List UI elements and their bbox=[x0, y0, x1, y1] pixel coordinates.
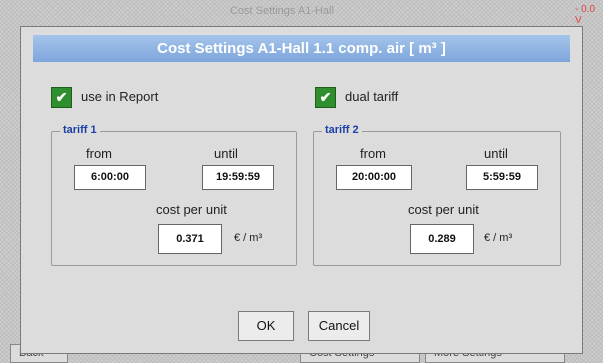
tariff-2-until-input[interactable]: 5:59:59 bbox=[466, 165, 538, 190]
dual-tariff-label: dual tariff bbox=[345, 89, 399, 104]
tariff-2-legend: tariff 2 bbox=[322, 124, 362, 136]
tariff-1-until-input[interactable]: 19:59:59 bbox=[202, 165, 274, 190]
tariff-2-from-label: from bbox=[360, 146, 386, 161]
tariff-1-cost-label: cost per unit bbox=[156, 202, 227, 217]
tariff-1-unit: € / m³ bbox=[234, 232, 263, 244]
tariff-2-cost-label: cost per unit bbox=[408, 202, 479, 217]
tariff-2-cost-input[interactable]: 0.289 bbox=[410, 224, 474, 254]
background-window-title: Cost Settings A1-Hall bbox=[230, 5, 334, 17]
dialog-title: Cost Settings A1-Hall 1.1 comp. air [ m³… bbox=[33, 35, 570, 62]
tariff-2-from-input[interactable]: 20:00:00 bbox=[336, 165, 412, 190]
tariff-1-from-input[interactable]: 6:00:00 bbox=[74, 165, 146, 190]
tariff-1-group: tariff 1 from until 6:00:00 19:59:59 cos… bbox=[51, 124, 297, 266]
use-in-report-label: use in Report bbox=[81, 89, 159, 104]
cost-settings-dialog: Cost Settings A1-Hall 1.1 comp. air [ m³… bbox=[20, 26, 583, 354]
tariff-2-unit: € / m³ bbox=[484, 232, 513, 244]
dual-tariff-checkbox[interactable]: ✔ bbox=[315, 87, 336, 108]
background-status-value: - 0.0 V bbox=[575, 4, 596, 26]
tariff-1-legend: tariff 1 bbox=[60, 124, 100, 136]
use-in-report-checkbox[interactable]: ✔ bbox=[51, 87, 72, 108]
tariff-1-cost-input[interactable]: 0.371 bbox=[158, 224, 222, 254]
tariff-1-from-label: from bbox=[86, 146, 112, 161]
tariff-1-until-label: until bbox=[214, 146, 238, 161]
cancel-button[interactable]: Cancel bbox=[308, 311, 370, 341]
tariff-2-group: tariff 2 from until 20:00:00 5:59:59 cos… bbox=[313, 124, 561, 266]
ok-button[interactable]: OK bbox=[238, 311, 294, 341]
tariff-2-until-label: until bbox=[484, 146, 508, 161]
